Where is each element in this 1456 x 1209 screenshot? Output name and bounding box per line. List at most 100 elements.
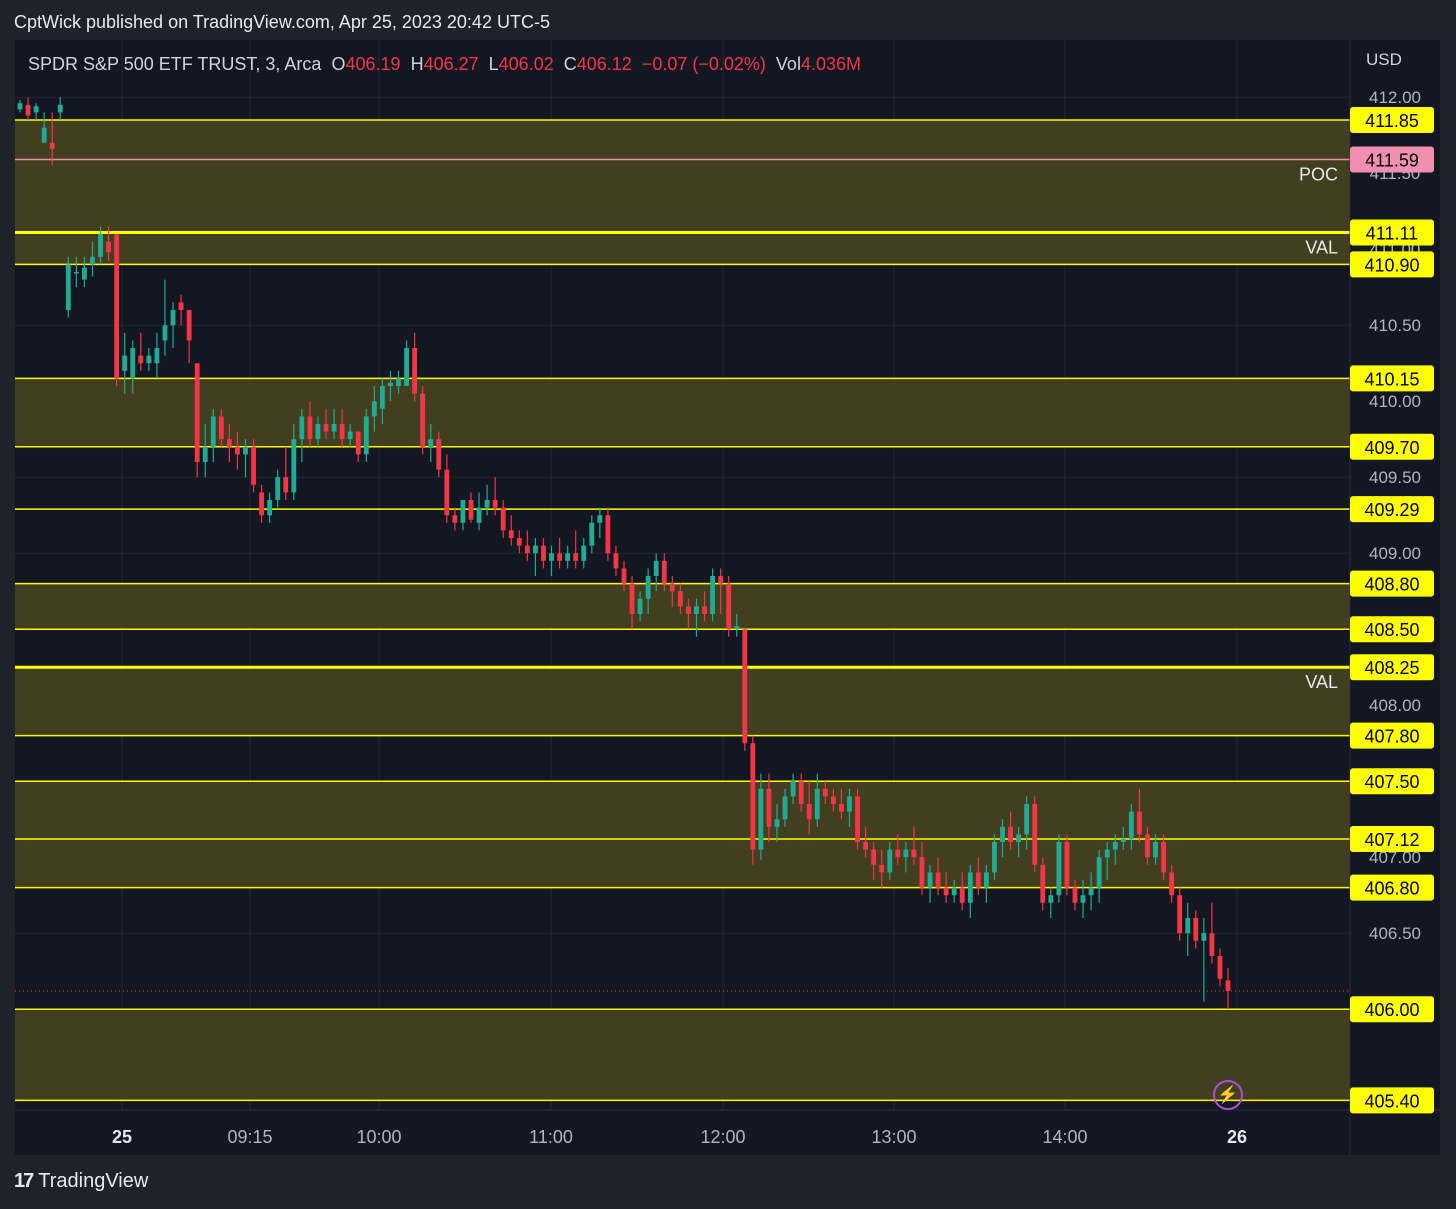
candle-body [283,477,289,493]
candle-body [951,887,957,896]
candle [420,386,426,455]
candle-body [412,348,418,394]
currency-label[interactable]: USD [1366,50,1402,70]
candle-body [1120,838,1126,842]
publisher-caption: CptWick published on TradingView.com, Ap… [14,12,550,32]
candle-body [1032,804,1038,865]
candle-body [879,864,885,873]
candle-body [830,796,836,804]
candle [710,568,716,622]
candle-body [420,393,426,447]
candle-body [863,842,869,850]
candle-body [790,781,796,797]
candle-body [379,386,385,409]
lightning-icon[interactable]: ⚡ [1213,1080,1243,1110]
level-zone [15,667,1350,736]
candle-body [162,325,168,341]
candle-body [331,424,337,432]
candle-body [1064,842,1070,888]
candle-body [210,416,216,447]
tradingview-logo[interactable]: 17 TradingView [14,1170,148,1193]
candle-body [597,515,603,523]
candle-body [1096,857,1102,888]
candlestick-chart[interactable]: 412.00411.50411.00410.50410.00409.50409.… [15,40,1440,1155]
chart-panel[interactable]: 412.00 411.50 411.00 410.50 410.00 409.50 409.… [15,40,1440,1155]
candle-body [388,382,393,386]
candle-body [484,500,490,508]
candle-body [581,545,587,561]
price-tick-label: 409.50 [1369,468,1421,487]
candle-body [734,626,740,630]
candle-body [476,507,482,523]
candle-body [935,872,941,888]
symbol-legend: SPDR S&P 500 ETF TRUST, 3, Arca O406.19 … [28,54,861,75]
candle-body [613,553,619,569]
candle-body [541,545,546,561]
candle-body [186,310,192,341]
candle-body [339,424,345,440]
candle-body [1201,933,1207,941]
candle-body [1136,811,1142,835]
candle-body [130,348,136,379]
candle-body [178,302,184,310]
candle-body [500,507,506,531]
candle-body [758,788,764,850]
candle-body [41,127,47,143]
candle [750,735,756,865]
candle-body [1145,834,1150,858]
candle-body [871,849,877,865]
price-tick-label: 409.00 [1369,544,1421,563]
candle-body [629,583,635,614]
candle-body [1153,842,1158,858]
volume-value: 4.036M [800,54,861,74]
candle-body [226,439,232,447]
candle-body [726,583,732,630]
candle-body [259,492,265,516]
low-value: 406.02 [498,54,554,74]
time-tick-label: 14:00 [1042,1127,1087,1147]
price-badge-label: 406.00 [1364,1000,1419,1020]
candle-body [645,576,651,599]
candle-body [839,804,844,812]
candle-body [1000,826,1005,842]
candle-body [702,606,707,614]
candle-body [653,560,659,576]
candle [363,408,369,462]
candle-body [49,142,55,149]
candle-body [1177,895,1183,934]
close-value: 406.12 [576,54,632,74]
candle-body [1128,811,1134,839]
candle-body [975,872,981,888]
price-badge-label: 409.29 [1364,500,1419,520]
high-label: H [410,54,424,74]
candle-body [742,629,748,744]
price-badge-label: 405.40 [1364,1091,1419,1111]
time-tick-label: 11:00 [529,1127,573,1147]
price-badge-label: 411.85 [1365,111,1419,131]
candle-body [371,401,377,417]
close-label: C [563,54,577,74]
time-tick-label: 26 [1227,1127,1247,1147]
candle-body [202,446,208,462]
candle-body [1040,864,1046,903]
candle-body [895,849,901,858]
time-tick-label: 13:00 [871,1127,916,1147]
candle [742,629,748,751]
candle [726,576,732,637]
candle-body [428,439,434,447]
price-tick-label: 408.00 [1369,696,1421,715]
candle-body [122,355,128,371]
price-badge-label: 408.50 [1364,620,1419,640]
candle [1056,834,1062,903]
candle-body [1072,887,1078,903]
candle-body [218,416,224,440]
candle-body [983,872,989,888]
candle-body [516,538,522,546]
candle-body [138,355,144,364]
candle-body [25,104,31,116]
tradingview-glyph-icon: 17 [14,1170,34,1192]
symbol-name: SPDR S&P 500 ETF TRUST, 3, Arca [28,54,322,74]
candle-body [677,591,683,607]
candle-body [565,553,571,561]
candle-body [621,568,627,584]
